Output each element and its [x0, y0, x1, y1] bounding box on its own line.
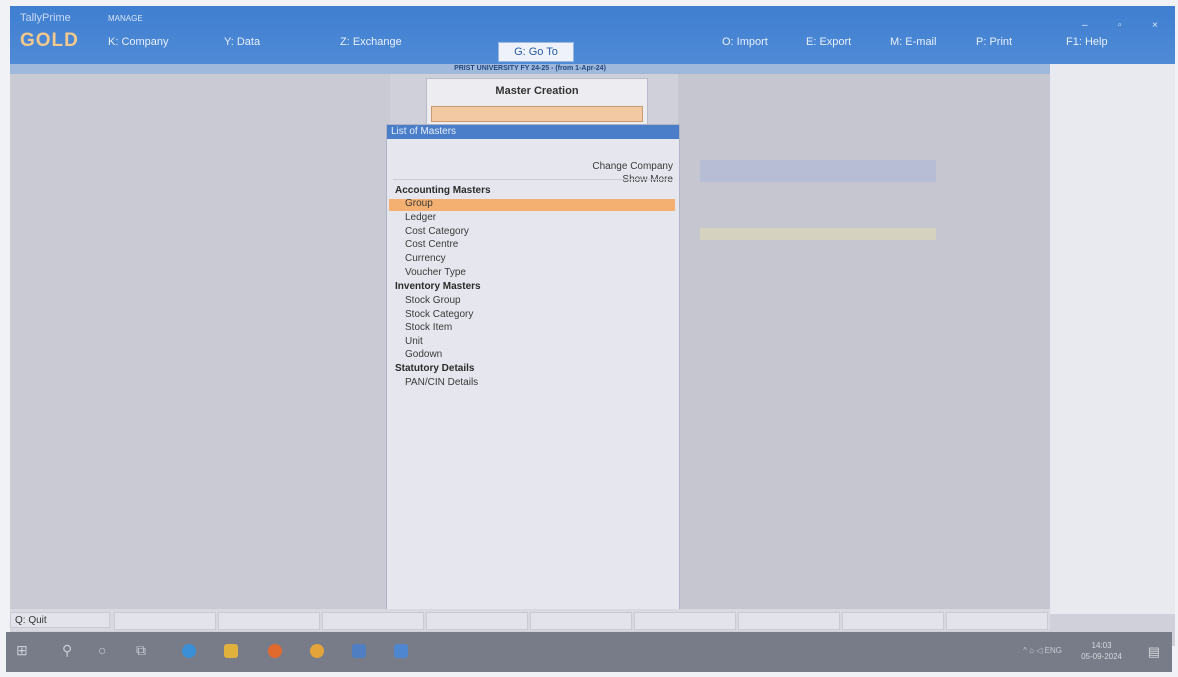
background-right-panel — [678, 74, 1050, 609]
windows-taskbar: ⊞ ⚲ ○ ⧉ ^ ⌂ ◁ ENG 14:03 05-09-2024 ▤ — [6, 632, 1172, 672]
section-inventory-masters: Inventory Masters — [395, 281, 481, 292]
quit-button[interactable]: Q: Quit — [10, 612, 110, 628]
master-creation-title: Master Creation — [495, 85, 579, 97]
system-tray[interactable]: ^ ⌂ ◁ ENG — [1023, 646, 1062, 655]
clock[interactable]: 14:03 05-09-2024 — [1081, 640, 1122, 662]
list-item-voucher-type[interactable]: Voucher Type — [405, 267, 466, 278]
background-left-panel — [10, 74, 390, 609]
list-item-stock-category[interactable]: Stock Category — [405, 309, 473, 320]
list-item-ledger[interactable]: Ledger — [405, 212, 436, 223]
chrome-icon[interactable] — [310, 644, 324, 658]
bottom-slot-button[interactable] — [842, 612, 944, 630]
list-item-currency[interactable]: Currency — [405, 253, 446, 264]
firefox-icon[interactable] — [268, 644, 282, 658]
top-menu-bar: TallyPrime GOLD MANAGE K: Company Y: Dat… — [10, 6, 1175, 64]
menu-email[interactable]: M: E-mail — [890, 36, 936, 48]
menu-print[interactable]: P: Print — [976, 36, 1012, 48]
background-highlight — [700, 228, 936, 240]
app-name: TallyPrime — [20, 12, 71, 24]
menu-data[interactable]: Y: Data — [224, 36, 260, 48]
list-item-cost-category[interactable]: Cost Category — [405, 226, 469, 237]
bottom-slot-button[interactable] — [114, 612, 216, 630]
edge-icon[interactable] — [182, 644, 196, 658]
change-company-link[interactable]: Change Company — [592, 161, 673, 172]
list-item-godown[interactable]: Godown — [405, 349, 442, 360]
bottom-slot-button[interactable] — [634, 612, 736, 630]
bottom-slot-button[interactable] — [530, 612, 632, 630]
task-view-icon[interactable]: ⧉ — [136, 642, 146, 659]
button-side-panel — [1050, 64, 1175, 614]
master-creation-box: Master Creation — [426, 78, 648, 126]
app-edition: GOLD — [20, 30, 79, 51]
list-of-masters-panel: List of Masters Change Company Show More… — [386, 124, 680, 614]
minimize-icon[interactable]: – — [1082, 20, 1088, 31]
clock-date: 05-09-2024 — [1081, 652, 1122, 661]
master-search-input[interactable] — [431, 106, 643, 122]
background-highlight — [700, 160, 936, 182]
list-item-stock-group[interactable]: Stock Group — [405, 295, 461, 306]
list-item-stock-item[interactable]: Stock Item — [405, 322, 452, 333]
menu-help[interactable]: F1: Help — [1066, 36, 1108, 48]
menu-company[interactable]: K: Company — [108, 36, 169, 48]
bottom-slot-button[interactable] — [738, 612, 840, 630]
language-indicator[interactable]: ENG — [1045, 646, 1062, 655]
maximize-icon[interactable]: ▫ — [1118, 20, 1122, 31]
list-item-pan-cin-details[interactable]: PAN/CIN Details — [405, 377, 478, 388]
goto-button[interactable]: G: Go To — [498, 42, 574, 62]
bottom-slot-button[interactable] — [426, 612, 528, 630]
bottom-slot-button[interactable] — [946, 612, 1048, 630]
network-icon[interactable]: ⌂ — [1029, 646, 1034, 655]
list-item-unit[interactable]: Unit — [405, 336, 423, 347]
volume-icon[interactable]: ◁ — [1036, 646, 1042, 655]
close-icon[interactable]: × — [1152, 20, 1158, 31]
bottom-slot-button[interactable] — [218, 612, 320, 630]
bottom-slot-button[interactable] — [322, 612, 424, 630]
cortana-icon[interactable]: ○ — [98, 642, 106, 658]
list-header-label: List of Masters — [391, 126, 457, 137]
list-item-group[interactable]: Group — [405, 198, 433, 209]
menu-export[interactable]: E: Export — [806, 36, 851, 48]
word-icon[interactable] — [394, 644, 408, 658]
list-header: List of Masters — [387, 125, 679, 139]
tally-app-icon[interactable] — [352, 644, 366, 658]
notification-icon[interactable]: ▤ — [1148, 644, 1160, 660]
list-item-cost-centre[interactable]: Cost Centre — [405, 239, 458, 250]
manage-label: MANAGE — [108, 14, 143, 23]
company-title-strip: PRIST UNIVERSITY FY 24-25 - (from 1-Apr-… — [10, 64, 1050, 74]
section-accounting-masters: Accounting Masters — [395, 185, 491, 196]
tally-window: TallyPrime GOLD MANAGE K: Company Y: Dat… — [10, 6, 1175, 646]
chevron-up-icon[interactable]: ^ — [1023, 646, 1027, 655]
clock-time: 14:03 — [1091, 641, 1112, 650]
windows-start-icon[interactable]: ⊞ — [16, 642, 28, 659]
section-statutory-details: Statutory Details — [395, 363, 475, 374]
bottom-button-bar: Q: Quit — [10, 609, 1050, 631]
menu-import[interactable]: O: Import — [722, 36, 768, 48]
divider — [393, 179, 673, 180]
search-icon[interactable]: ⚲ — [62, 642, 72, 659]
menu-exchange[interactable]: Z: Exchange — [340, 36, 402, 48]
file-explorer-icon[interactable] — [224, 644, 238, 658]
